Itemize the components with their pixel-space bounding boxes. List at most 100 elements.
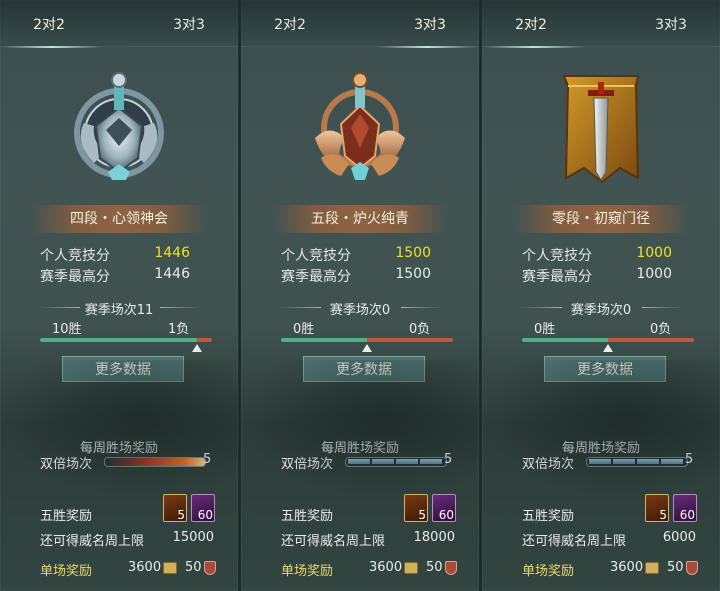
reward-potion-count: 60: [197, 508, 213, 522]
season-matches: 赛季场次11: [84, 303, 154, 318]
single-shield-value: 50: [185, 560, 202, 575]
single-shield-value: 50: [426, 560, 443, 575]
more-data-button[interactable]: 更多数据: [303, 356, 425, 382]
win-loss-bar: [40, 338, 212, 342]
active-tab-indicator: [484, 46, 584, 48]
progress-segment: [420, 459, 442, 464]
reward-chest-icon[interactable]: 5: [404, 494, 428, 522]
tab-3v3[interactable]: 3对3: [144, 14, 234, 34]
reward-chest-icon[interactable]: 5: [645, 494, 669, 522]
single-match-reward-label: 单场奖励: [281, 564, 334, 579]
coin-icon: [163, 562, 177, 574]
tab-2v2[interactable]: 2对2: [486, 14, 576, 34]
best-score-label: 赛季最高分: [522, 269, 592, 285]
losses-count: 1负: [168, 322, 190, 337]
win-loss-bar: [522, 338, 694, 342]
rank-title: 零段・初窥门径: [514, 205, 688, 233]
rank-title: 五段・炉火纯青: [273, 205, 447, 233]
score-row: 个人竞技分 1000: [522, 245, 682, 265]
score-value: 1500: [395, 245, 431, 261]
reward-chest-count: 5: [418, 508, 426, 522]
reward-chest-icon[interactable]: 5: [163, 494, 187, 522]
single-shield-value: 50: [667, 560, 684, 575]
mode-tabs: 2对2 3对3: [482, 0, 720, 47]
shield-icon: [204, 561, 216, 575]
arena-panel-2: 2对2 3对3 五段・炉火纯青 个人竞技分 1500 赛季最高分 1500 赛季…: [241, 0, 479, 591]
double-matches-value: 5: [203, 452, 212, 467]
best-score-row: 赛季最高分 1446: [40, 266, 200, 286]
single-coin-value: 3600: [369, 560, 403, 575]
reward-potion-icon[interactable]: 60: [673, 494, 697, 522]
double-matches-label: 双倍场次: [281, 457, 334, 472]
arena-panel-1: 2对2 3对3 四段・心领神会 个人竞技分 1446 赛季最高分 1446 赛季…: [0, 0, 238, 591]
score-label: 个人竞技分: [40, 248, 110, 264]
win-loss-marker: [603, 344, 613, 352]
reward-potion-count: 60: [438, 508, 454, 522]
divider-right: [642, 307, 682, 308]
coin-icon: [404, 562, 418, 574]
double-matches-progress: [104, 457, 206, 467]
five-win-reward-label: 五胜奖励: [522, 509, 575, 524]
win-loss-marker: [191, 344, 202, 352]
best-score-value: 1500: [395, 266, 431, 282]
season-matches: 赛季场次0: [570, 303, 632, 318]
single-coin-value: 3600: [128, 560, 162, 575]
more-data-button[interactable]: 更多数据: [62, 356, 184, 382]
best-score-label: 赛季最高分: [281, 269, 351, 285]
single-match-reward-label: 单场奖励: [522, 564, 575, 579]
double-matches-label: 双倍场次: [40, 457, 93, 472]
divider-right: [401, 307, 441, 308]
score-label: 个人竞技分: [522, 248, 592, 264]
progress-segment: [637, 459, 659, 464]
mode-tabs: 2对2 3对3: [0, 0, 238, 47]
double-matches-progress: [586, 457, 688, 467]
fire-effect: [105, 458, 205, 466]
progress-segment: [613, 459, 635, 464]
single-match-reward-label: 单场奖励: [40, 564, 93, 579]
double-matches-progress: [345, 457, 447, 467]
score-row: 个人竞技分 1500: [281, 245, 441, 265]
wins-count: 0胜: [293, 322, 315, 337]
weekly-cap-label: 还可得威名周上限: [40, 534, 145, 549]
reward-potion-count: 60: [679, 508, 695, 522]
wins-count: 0胜: [534, 322, 556, 337]
progress-segment: [348, 459, 370, 464]
season-matches: 赛季场次0: [329, 303, 391, 318]
tab-2v2[interactable]: 2对2: [4, 14, 94, 34]
reward-chest-count: 5: [659, 508, 667, 522]
best-score-label: 赛季最高分: [40, 269, 110, 285]
best-score-value: 1446: [154, 266, 190, 282]
single-coin-value: 3600: [610, 560, 644, 575]
progress-segment: [589, 459, 611, 464]
weekly-cap-value: 6000: [662, 530, 696, 545]
losses-count: 0负: [650, 322, 672, 337]
tab-3v3[interactable]: 3对3: [385, 14, 475, 34]
progress-segment: [396, 459, 418, 464]
mode-tabs: 2对2 3对3: [241, 0, 479, 47]
weekly-cap-value: 15000: [172, 530, 214, 545]
best-score-row: 赛季最高分 1500: [281, 266, 441, 286]
active-tab-indicator: [2, 46, 102, 48]
tab-3v3[interactable]: 3对3: [626, 14, 716, 34]
tab-2v2[interactable]: 2对2: [245, 14, 335, 34]
silver-helm-emblem-icon: [74, 72, 164, 180]
reward-potion-icon[interactable]: 60: [432, 494, 456, 522]
shield-icon: [686, 561, 698, 575]
reward-potion-icon[interactable]: 60: [191, 494, 215, 522]
divider-right: [160, 307, 200, 308]
wins-count: 10胜: [52, 322, 82, 337]
score-value: 1446: [154, 245, 190, 261]
five-win-reward-label: 五胜奖励: [40, 509, 93, 524]
double-matches-label: 双倍场次: [522, 457, 575, 472]
win-loss-marker: [362, 344, 372, 352]
sword-banner-emblem-icon: [562, 75, 640, 184]
double-matches-value: 5: [444, 452, 453, 467]
progress-segment: [661, 459, 683, 464]
progress-segment: [372, 459, 394, 464]
weekly-cap-value: 18000: [413, 530, 455, 545]
five-win-reward-label: 五胜奖励: [281, 509, 334, 524]
more-data-button[interactable]: 更多数据: [544, 356, 666, 382]
score-label: 个人竞技分: [281, 248, 351, 264]
bronze-wing-emblem-icon: [315, 72, 405, 180]
weekly-cap-label: 还可得威名周上限: [281, 534, 386, 549]
